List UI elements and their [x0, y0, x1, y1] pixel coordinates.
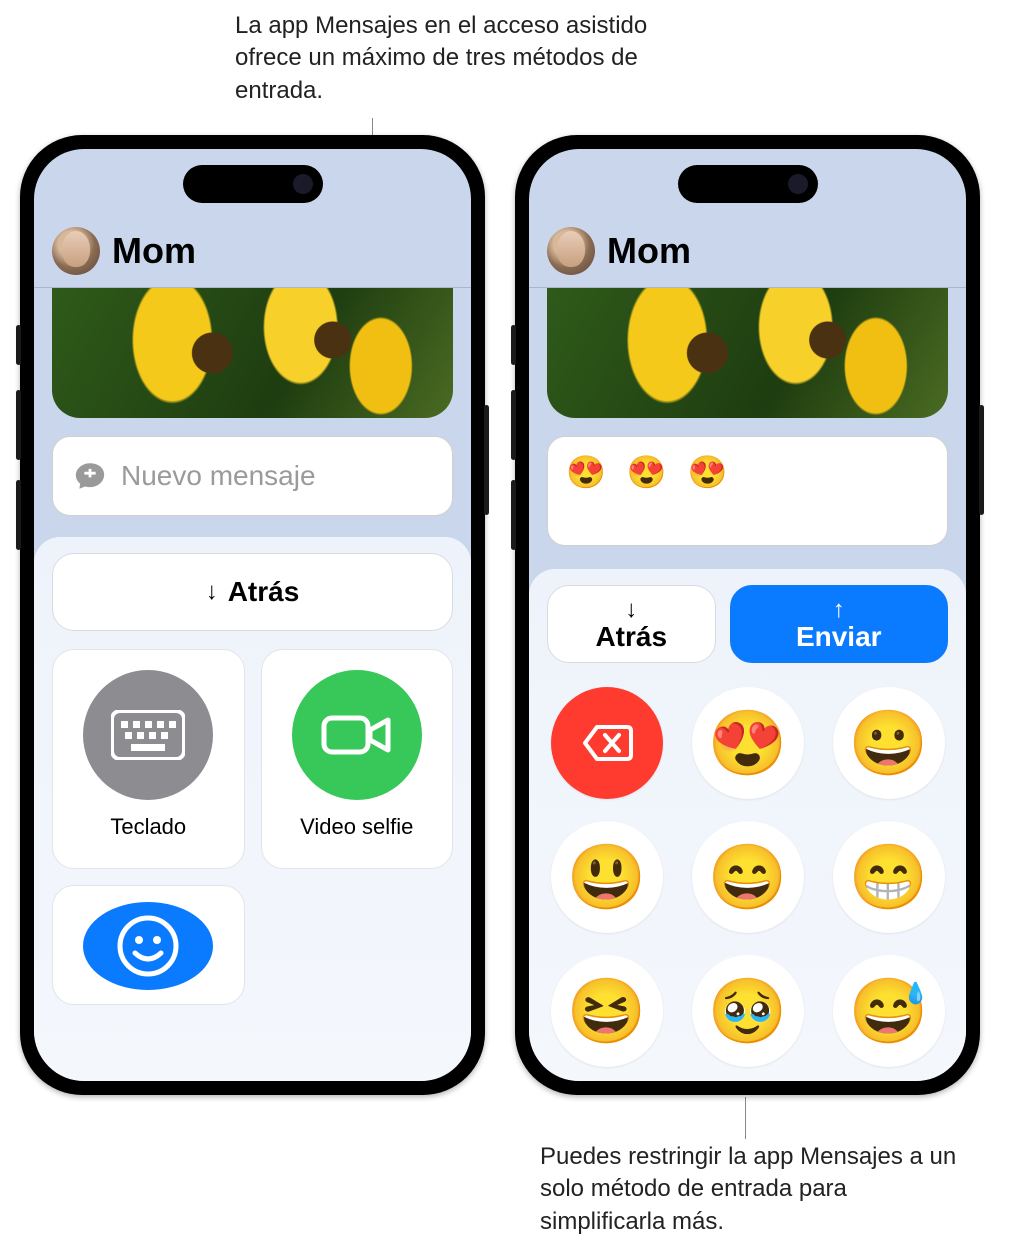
keyboard-label: Teclado: [110, 814, 186, 840]
video-label: Video selfie: [300, 814, 413, 840]
emoji-grid: 😍 😀 😃 😄 😁 😆 🥹 😅: [547, 687, 948, 1067]
emoji-key[interactable]: 😁: [833, 821, 945, 933]
emoji-icon: [83, 902, 213, 990]
back-label: Atrás: [595, 622, 667, 651]
avatar: [547, 227, 595, 275]
arrow-down-icon: ↓: [625, 597, 637, 622]
emoji-key[interactable]: 🥹: [692, 955, 804, 1067]
dynamic-island: [183, 165, 323, 203]
delete-key[interactable]: [551, 687, 663, 799]
phone-left: Mom Nuevo mensaje ↓ Atrás: [20, 135, 485, 1095]
emoji-key[interactable]: 😍: [692, 687, 804, 799]
avatar: [52, 227, 100, 275]
back-label: Atrás: [228, 576, 300, 608]
callout-top: La app Mensajes en el acceso asistido of…: [235, 10, 655, 107]
send-button[interactable]: ↑ Enviar: [730, 585, 948, 663]
compose-placeholder: Nuevo mensaje: [121, 460, 316, 492]
video-icon: [292, 670, 422, 800]
screen-right: Mom 😍 😍 😍 ↓ Atrás ↑ Enviar: [529, 149, 966, 1081]
emoji-tile[interactable]: [52, 885, 245, 1005]
keyboard-icon: [83, 670, 213, 800]
compose-field[interactable]: 😍 😍 😍: [547, 436, 948, 546]
compose-value: 😍 😍 😍: [566, 453, 733, 491]
dynamic-island: [678, 165, 818, 203]
message-photo[interactable]: [547, 288, 948, 418]
phone-right: Mom 😍 😍 😍 ↓ Atrás ↑ Enviar: [515, 135, 980, 1095]
arrow-up-icon: ↑: [833, 597, 845, 622]
arrow-down-icon: ↓: [206, 578, 218, 606]
emoji-key[interactable]: 😃: [551, 821, 663, 933]
screen-left: Mom Nuevo mensaje ↓ Atrás: [34, 149, 471, 1081]
emoji-key[interactable]: 😆: [551, 955, 663, 1067]
emoji-key[interactable]: 😀: [833, 687, 945, 799]
send-label: Enviar: [796, 622, 882, 651]
emoji-panel: ↓ Atrás ↑ Enviar 😍 😀 😃 😄: [529, 569, 966, 1081]
back-button[interactable]: ↓ Atrás: [52, 553, 453, 631]
callout-bottom: Puedes restringir la app Mensajes a un s…: [540, 1141, 960, 1238]
video-selfie-tile[interactable]: Video selfie: [261, 649, 454, 869]
message-photo[interactable]: [52, 288, 453, 418]
contact-name: Mom: [607, 230, 691, 272]
emoji-key[interactable]: 😅: [833, 955, 945, 1067]
keyboard-tile[interactable]: Teclado: [52, 649, 245, 869]
contact-name: Mom: [112, 230, 196, 272]
input-panel: ↓ Atrás Teclado Video selfie: [34, 537, 471, 1081]
emoji-key[interactable]: 😄: [692, 821, 804, 933]
compose-field[interactable]: Nuevo mensaje: [52, 436, 453, 516]
new-message-icon: [73, 459, 107, 493]
back-button[interactable]: ↓ Atrás: [547, 585, 716, 663]
callout-line: [745, 1097, 746, 1139]
